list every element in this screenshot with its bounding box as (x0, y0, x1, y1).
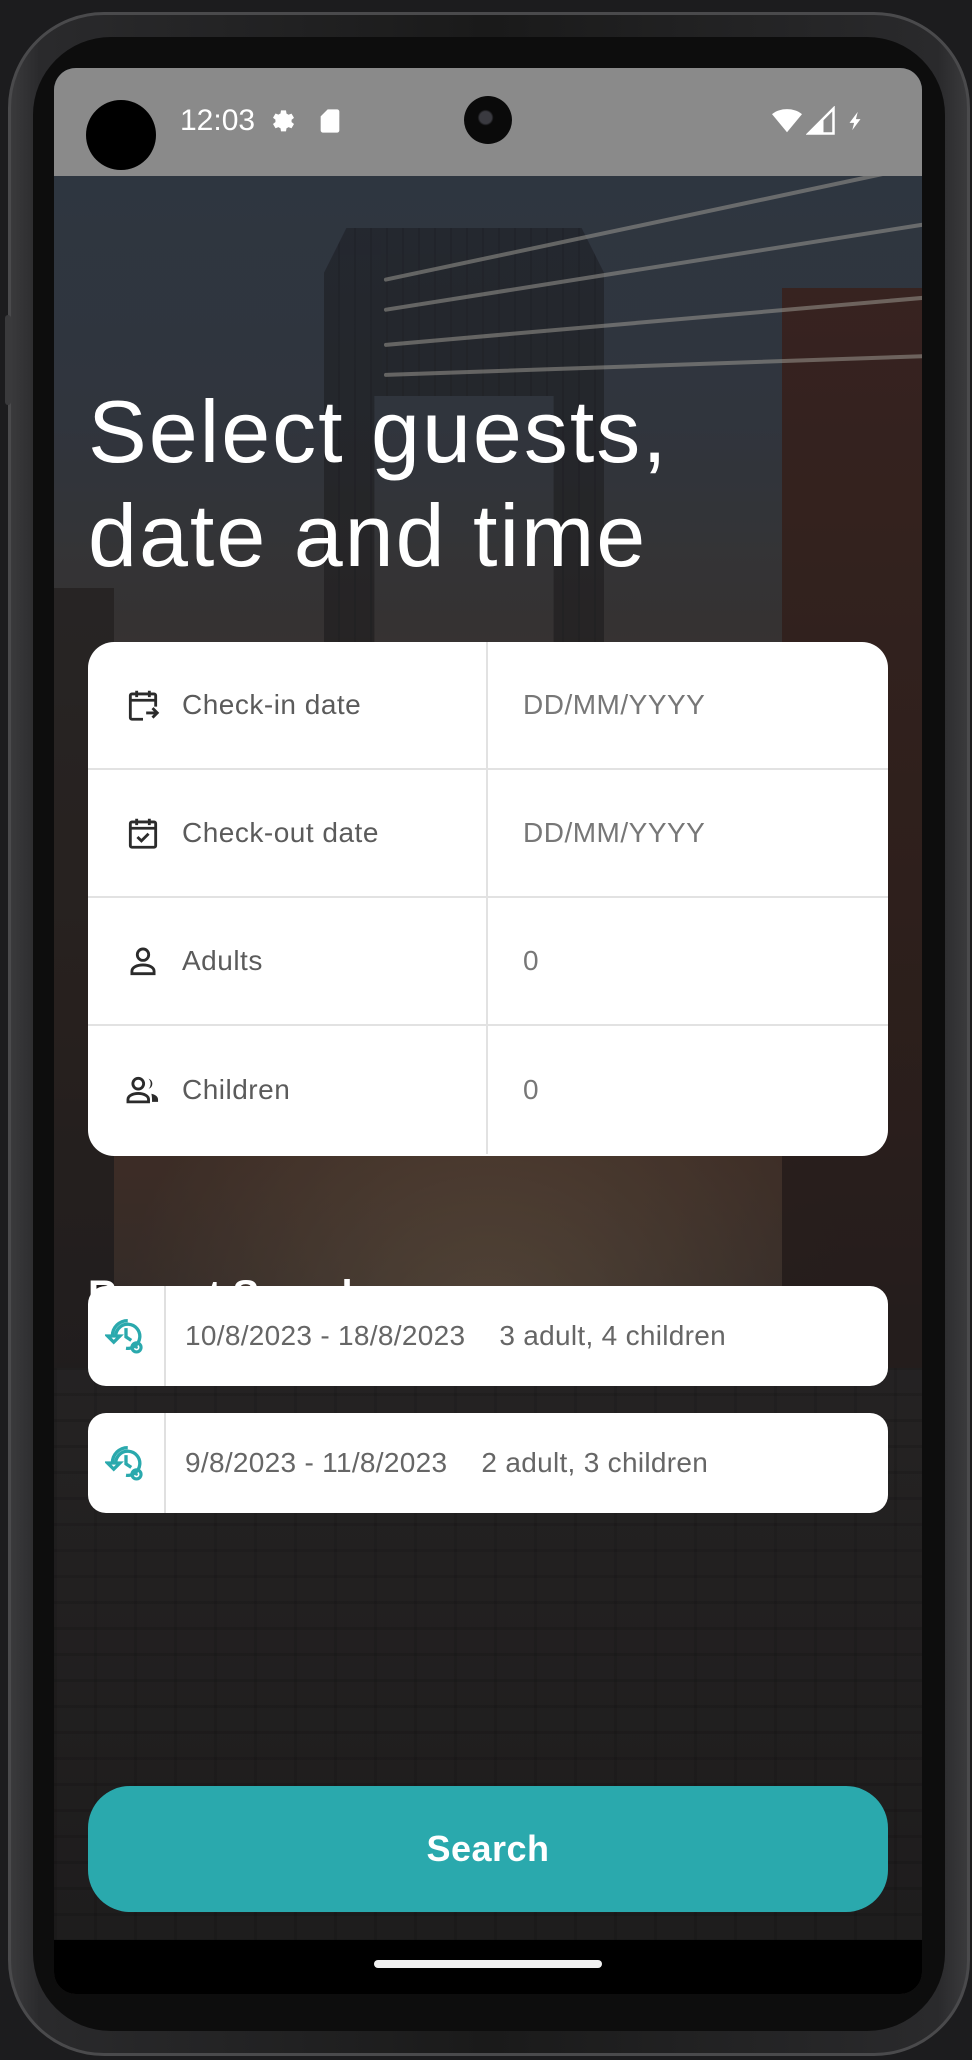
form-row-adults[interactable]: Adults 0 (88, 898, 888, 1026)
check-in-field[interactable]: DD/MM/YYYY (488, 642, 888, 768)
home-gesture-handle[interactable] (374, 1960, 602, 1968)
page-title-line-1: Select guests, (88, 382, 669, 481)
form-row-check-in[interactable]: Check-in date DD/MM/YYYY (88, 642, 888, 770)
adults-label: Adults (182, 945, 263, 976)
children-field[interactable]: 0 (488, 1026, 888, 1154)
status-bar: 12:03 (54, 68, 922, 176)
navigation-bar (54, 1940, 922, 1994)
person-icon (130, 947, 156, 976)
form-label-cell: Check-out date (88, 770, 488, 896)
recent-search-dates: 10/8/2023 - 18/8/2023 (185, 1320, 466, 1351)
recent-search-item[interactable]: 10/8/2023 - 18/8/2023 3 adult, 4 childre… (88, 1286, 888, 1386)
children-value: 0 (523, 1074, 540, 1105)
history-settings-icon (105, 1445, 143, 1481)
adults-value: 0 (523, 945, 540, 976)
recent-icon-cell (88, 1413, 166, 1513)
volume-button (5, 315, 11, 405)
check-in-label: Check-in date (182, 689, 362, 720)
check-out-label: Check-out date (182, 817, 379, 848)
form-label-cell: Children (88, 1026, 488, 1154)
recent-icon-cell (88, 1286, 166, 1386)
adults-field[interactable]: 0 (488, 898, 888, 1024)
booking-form-card: Check-in date DD/MM/YYYY Check-out date … (88, 642, 888, 1156)
recent-search-item[interactable]: 9/8/2023 - 11/8/2023 2 adult, 3 children (88, 1413, 888, 1513)
form-label-cell: Adults (88, 898, 488, 1024)
form-row-check-out[interactable]: Check-out date DD/MM/YYYY (88, 770, 888, 898)
recent-search-guests: 2 adult, 3 children (481, 1447, 709, 1478)
signal-icon (805, 105, 836, 141)
calendar-checkout-icon (128, 818, 158, 849)
wifi-icon (770, 106, 804, 141)
check-out-field[interactable]: DD/MM/YYYY (488, 770, 888, 896)
status-avatar-dot (86, 100, 156, 170)
search-button[interactable]: Search (88, 1786, 888, 1912)
form-label-cell: Check-in date (88, 642, 488, 768)
status-time: 12:03 (180, 104, 256, 137)
form-row-children[interactable]: Children 0 (88, 1026, 888, 1154)
page-title: Select guests, date and time (88, 380, 868, 588)
recent-search-dates: 9/8/2023 - 11/8/2023 (185, 1447, 448, 1478)
check-out-value: DD/MM/YYYY (523, 817, 706, 848)
check-in-value: DD/MM/YYYY (523, 689, 706, 720)
front-camera (464, 96, 512, 144)
children-label: Children (182, 1074, 291, 1105)
settings-icon (266, 106, 296, 141)
calendar-checkin-icon (128, 690, 160, 721)
sd-card-icon (316, 106, 344, 141)
app-screen: 12:03 Select guests, date and time Check… (54, 68, 922, 1994)
recent-search-guests: 3 adult, 4 children (499, 1320, 727, 1351)
history-settings-icon (105, 1318, 143, 1354)
battery-icon (844, 106, 866, 141)
people-icon (126, 1076, 159, 1104)
page-title-line-2: date and time (88, 486, 648, 585)
